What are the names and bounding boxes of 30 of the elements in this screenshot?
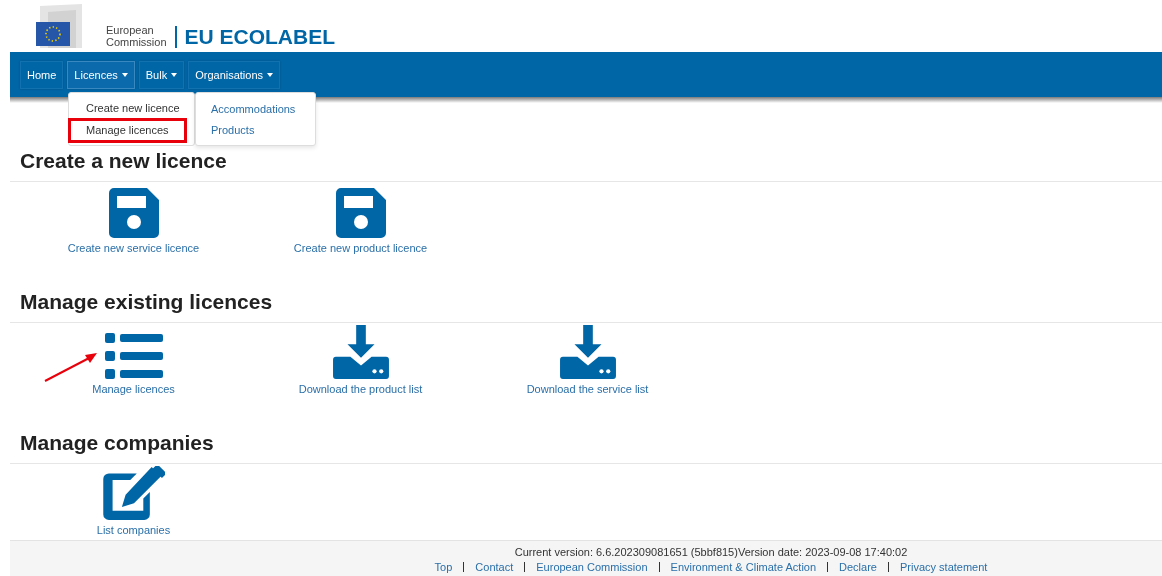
tile-link[interactable]: Create new product licence [247, 182, 474, 255]
footer-link[interactable]: Contact [475, 561, 514, 573]
section-heading: Manage existing licences [20, 290, 273, 314]
footer-link[interactable]: Privacy statement [899, 561, 988, 573]
site-title: EU ECOLABEL [184, 26, 336, 48]
tile-link[interactable]: Manage licences [20, 323, 247, 396]
menu-item[interactable]: Manage licences [71, 121, 184, 140]
footer-link[interactable]: European Commission [536, 561, 648, 573]
tile-link[interactable]: Create new service licence [20, 182, 247, 255]
tile-link[interactable]: Download the service list [474, 323, 701, 396]
menu-item[interactable]: Products [196, 120, 315, 141]
nav-item[interactable]: Home [20, 60, 64, 89]
section-heading: Manage companies [20, 431, 214, 455]
nav-item[interactable]: Licences [67, 60, 135, 89]
list-icon [104, 333, 163, 379]
menu-item[interactable]: Accommodations [196, 99, 315, 120]
download-icon [559, 325, 616, 379]
nav-item[interactable]: Organisations [188, 60, 281, 89]
download-icon [332, 325, 389, 379]
section-heading: Create a new licence [20, 149, 227, 173]
logo-text: European [106, 24, 155, 36]
tile-link[interactable]: Download the product list [247, 323, 474, 396]
logo-text: Commission [106, 36, 167, 48]
version-text: Current version: 6.6.202309081651 (5bbf815)Version date: 2023-09-08 17:40:02 [514, 546, 908, 558]
footer-link[interactable]: Declare [839, 561, 877, 573]
edit-icon [102, 466, 165, 520]
tile-link[interactable]: List companies [20, 464, 247, 537]
footer-link[interactable]: Top [434, 561, 453, 573]
footer-link[interactable]: Environment & Climate Action [670, 561, 817, 573]
nav-item[interactable]: Bulk [138, 60, 185, 89]
